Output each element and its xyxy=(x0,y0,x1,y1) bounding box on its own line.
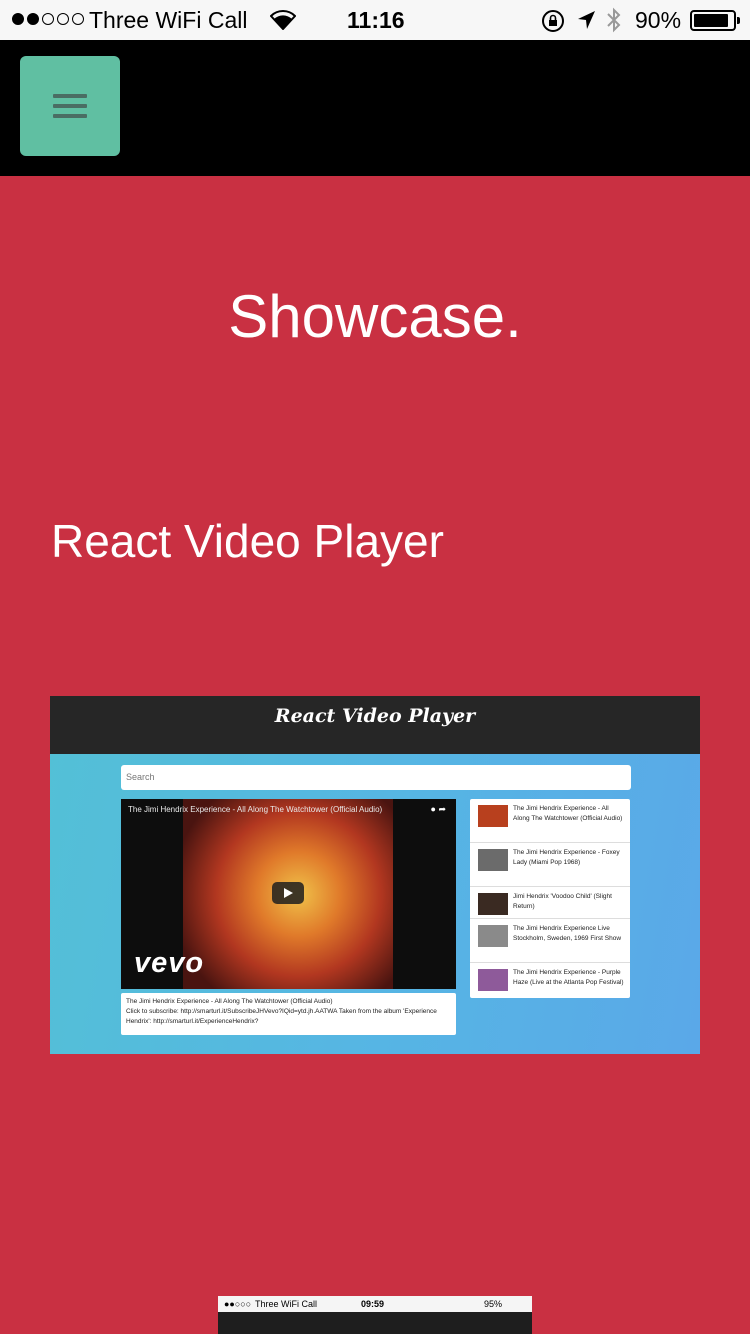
hamburger-menu-icon xyxy=(53,94,87,98)
preview-video-title: The Jimi Hendrix Experience - All Along … xyxy=(128,805,383,814)
preview-list-item: The Jimi Hendrix Experience - All Along … xyxy=(470,799,630,843)
hamburger-menu-button[interactable] xyxy=(20,56,120,156)
project-title: React Video Player xyxy=(51,515,444,567)
project-preview-image[interactable]: React Video Player Search The Jimi Hendr… xyxy=(50,696,700,1054)
wifi-icon xyxy=(270,10,296,30)
preview-app-header: React Video Player xyxy=(50,696,700,754)
preview-status-bar: ●●○○○ Three WiFi Call 09:59 95% xyxy=(218,1296,532,1312)
bluetooth-icon xyxy=(607,7,621,33)
page-title: Showcase. xyxy=(228,283,522,350)
vevo-logo: vevo xyxy=(134,947,205,979)
battery-percentage: 90% xyxy=(635,7,682,33)
clock-share-icon: ● ➦ xyxy=(430,804,446,814)
video-thumbnail xyxy=(478,805,508,827)
location-arrow-icon xyxy=(578,11,595,29)
preview-list-item: The Jimi Hendrix Experience Live Stockho… xyxy=(470,919,630,963)
top-nav-bar xyxy=(0,40,750,176)
video-thumbnail xyxy=(478,893,508,915)
play-button-icon xyxy=(272,882,304,904)
preview-list-item: Jimi Hendrix 'Voodoo Child' (Slight Retu… xyxy=(470,887,630,919)
status-time: 11:16 xyxy=(347,7,405,33)
preview-list-item: The Jimi Hendrix Experience - Foxey Lady… xyxy=(470,843,630,887)
preview-video-list: The Jimi Hendrix Experience - All Along … xyxy=(470,799,630,998)
carrier-name: Three WiFi Call xyxy=(89,7,248,33)
orientation-lock-icon xyxy=(542,10,564,32)
preview-search-bar: Search xyxy=(121,765,631,790)
next-project-preview-image[interactable]: ●●○○○ Three WiFi Call 09:59 95% xyxy=(218,1296,532,1334)
status-bar: Three WiFi Call 11:16 90% xyxy=(0,0,750,40)
battery-icon xyxy=(690,10,740,31)
preview-video-description: The Jimi Hendrix Experience - All Along … xyxy=(121,993,456,1035)
signal-strength-icon xyxy=(12,13,84,25)
preview-video-player: The Jimi Hendrix Experience - All Along … xyxy=(121,799,456,989)
video-thumbnail xyxy=(478,969,508,991)
video-thumbnail xyxy=(478,925,508,947)
video-thumbnail xyxy=(478,849,508,871)
preview-list-item: The Jimi Hendrix Experience - Purple Haz… xyxy=(470,963,630,1007)
